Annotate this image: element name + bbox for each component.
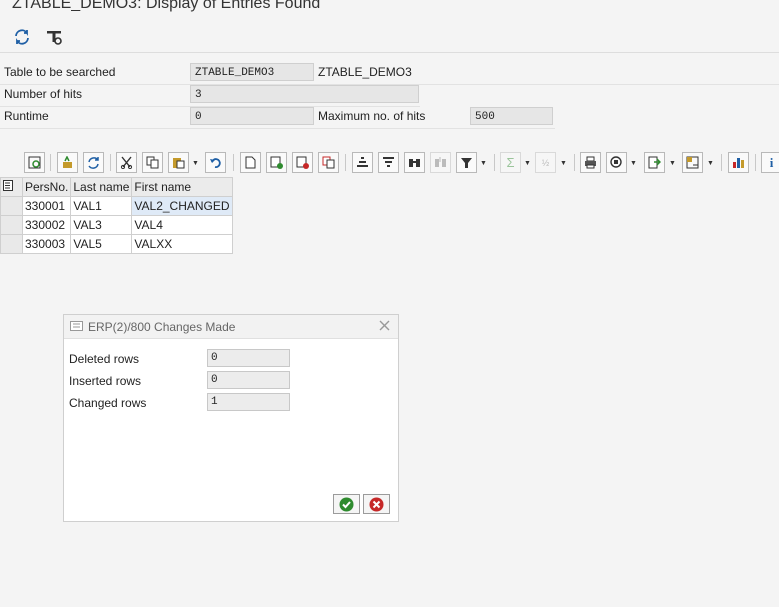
total-dropdown-icon[interactable]: ▼ [524, 160, 531, 167]
table-row: 330001 VAL1 VAL2_CHANGED [0, 196, 233, 216]
window-title: ZTABLE_DEMO3: Display of Entries Found [12, 0, 321, 12]
table-description: ZTABLE_DEMO3 [318, 65, 412, 79]
layout-icon[interactable] [682, 152, 703, 173]
export-icon[interactable] [644, 152, 665, 173]
results-grid: PersNo. Last name First name 330001 VAL1… [0, 177, 233, 254]
cancel-button[interactable] [363, 494, 390, 514]
cell-last-name[interactable]: VAL5 [70, 234, 133, 254]
layout-dropdown-icon[interactable]: ▼ [707, 160, 714, 167]
print-icon[interactable] [580, 152, 601, 173]
deleted-label: Deleted rows [69, 352, 140, 366]
cell-first-name[interactable]: VALXX [131, 234, 233, 254]
runtime-label: Runtime [4, 109, 49, 123]
sort-descending-icon[interactable] [378, 152, 399, 173]
runtime-field[interactable]: 0 [190, 107, 314, 125]
change-icon[interactable] [57, 152, 78, 173]
refresh-icon[interactable] [11, 26, 33, 48]
cell-last-name[interactable]: VAL3 [70, 215, 133, 235]
copy-icon[interactable] [142, 152, 163, 173]
find-icon[interactable] [404, 152, 425, 173]
cell-first-name[interactable]: VAL2_CHANGED [131, 196, 233, 216]
cut-icon[interactable] [116, 152, 137, 173]
undo-icon[interactable] [205, 152, 226, 173]
sort-ascending-icon[interactable] [352, 152, 373, 173]
graphic-icon[interactable] [728, 152, 749, 173]
changed-field: 1 [207, 393, 290, 411]
field-row-runtime: Runtime 0 Maximum no. of hits 500 [0, 106, 555, 129]
subtotal-dropdown-icon[interactable]: ▼ [560, 160, 567, 167]
dialog-window-icon [70, 321, 84, 335]
copy-row-icon[interactable] [318, 152, 339, 173]
cell-persno[interactable]: 330001 [21, 196, 72, 216]
refresh-grid-icon[interactable] [83, 152, 104, 173]
total-icon[interactable]: Σ [500, 152, 521, 173]
hits-field[interactable]: 3 [190, 85, 419, 103]
column-header-persno[interactable]: PersNo. [21, 177, 72, 197]
dialog-title: ERP(2)/800 Changes Made [88, 320, 236, 334]
dialog-header: ERP(2)/800 Changes Made [64, 315, 398, 339]
settings-icon[interactable] [43, 26, 65, 48]
max-hits-label: Maximum no. of hits [318, 109, 426, 123]
inserted-field: 0 [207, 371, 290, 389]
delete-row-icon[interactable] [292, 152, 313, 173]
cell-persno[interactable]: 330002 [21, 215, 72, 235]
paste-dropdown-icon[interactable]: ▼ [192, 160, 199, 167]
inserted-label: Inserted rows [69, 374, 142, 388]
subtotal-icon[interactable]: ½ [535, 152, 556, 173]
column-header-first-name[interactable]: First name [131, 177, 233, 197]
filter-dropdown-icon[interactable]: ▼ [480, 160, 487, 167]
row-selector[interactable] [0, 215, 23, 235]
grid-header-row: PersNo. Last name First name [0, 177, 233, 197]
changed-label: Changed rows [69, 396, 147, 410]
column-header-last-name[interactable]: Last name [70, 177, 133, 197]
filter-icon[interactable] [456, 152, 477, 173]
cell-first-name[interactable]: VAL4 [131, 215, 233, 235]
alv-toolbar: ▼ ▼ Σ ▼ ½ ▼ ▼ ▼ ▼ i [0, 151, 779, 175]
close-icon[interactable] [378, 319, 391, 335]
changes-dialog: ERP(2)/800 Changes Made Deleted rows 0 I… [63, 314, 399, 522]
field-row-table: Table to be searched ZTABLE_DEMO3 ZTABLE… [0, 62, 779, 85]
field-row-hits: Number of hits 3 [0, 84, 420, 107]
insert-row-icon[interactable] [266, 152, 287, 173]
table-label: Table to be searched [4, 65, 116, 79]
cell-persno[interactable]: 330003 [21, 234, 72, 254]
cell-last-name[interactable]: VAL1 [70, 196, 133, 216]
confirm-button[interactable] [333, 494, 360, 514]
select-all-icon[interactable] [0, 177, 23, 197]
cancel-icon [369, 497, 384, 511]
views-icon[interactable] [606, 152, 627, 173]
details-icon[interactable] [24, 152, 45, 173]
application-toolbar [0, 22, 779, 53]
info-icon[interactable]: i [761, 152, 779, 173]
views-dropdown-icon[interactable]: ▼ [630, 160, 637, 167]
table-field[interactable]: ZTABLE_DEMO3 [190, 63, 314, 81]
row-selector[interactable] [0, 196, 23, 216]
export-dropdown-icon[interactable]: ▼ [669, 160, 676, 167]
confirm-icon [339, 497, 354, 511]
row-selector[interactable] [0, 234, 23, 254]
table-row: 330003 VAL5 VALXX [0, 234, 233, 254]
hits-label: Number of hits [4, 87, 83, 101]
find-next-icon[interactable] [430, 152, 451, 173]
paste-icon[interactable] [168, 152, 189, 173]
new-row-icon[interactable] [240, 152, 261, 173]
deleted-field: 0 [207, 349, 290, 367]
max-hits-field[interactable]: 500 [470, 107, 553, 125]
table-row: 330002 VAL3 VAL4 [0, 215, 233, 235]
